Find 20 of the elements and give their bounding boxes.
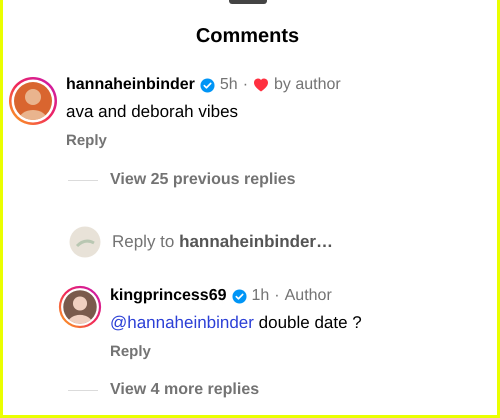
separator: · — [242, 76, 248, 94]
comment-text: ava and deborah vibes — [66, 101, 238, 123]
reply-button[interactable]: Reply — [66, 131, 107, 151]
mention-link[interactable]: @hannaheinbinder — [110, 313, 254, 332]
username[interactable]: kingprincess69 — [110, 287, 226, 305]
timestamp: 1h — [252, 287, 270, 305]
view-replies-button[interactable]: View 4 more replies — [110, 379, 260, 401]
drag-handle[interactable] — [228, 0, 266, 4]
reply-button[interactable]: Reply — [110, 342, 151, 362]
view-replies-button[interactable]: View 25 previous replies — [110, 169, 296, 191]
author-tag: Author — [284, 287, 332, 305]
timestamp: 5h — [220, 76, 238, 94]
avatar[interactable] — [8, 76, 58, 126]
avatar[interactable] — [58, 285, 102, 329]
author-tag: by author — [274, 76, 341, 94]
sheet-title: Comments — [196, 24, 300, 48]
comment-text: @hannaheinbinder double date ? — [110, 312, 362, 334]
username[interactable]: hannaheinbinder — [66, 76, 195, 94]
reply-field[interactable]: Reply to hannaheinbinder… — [112, 232, 334, 252]
separator: · — [274, 287, 280, 305]
